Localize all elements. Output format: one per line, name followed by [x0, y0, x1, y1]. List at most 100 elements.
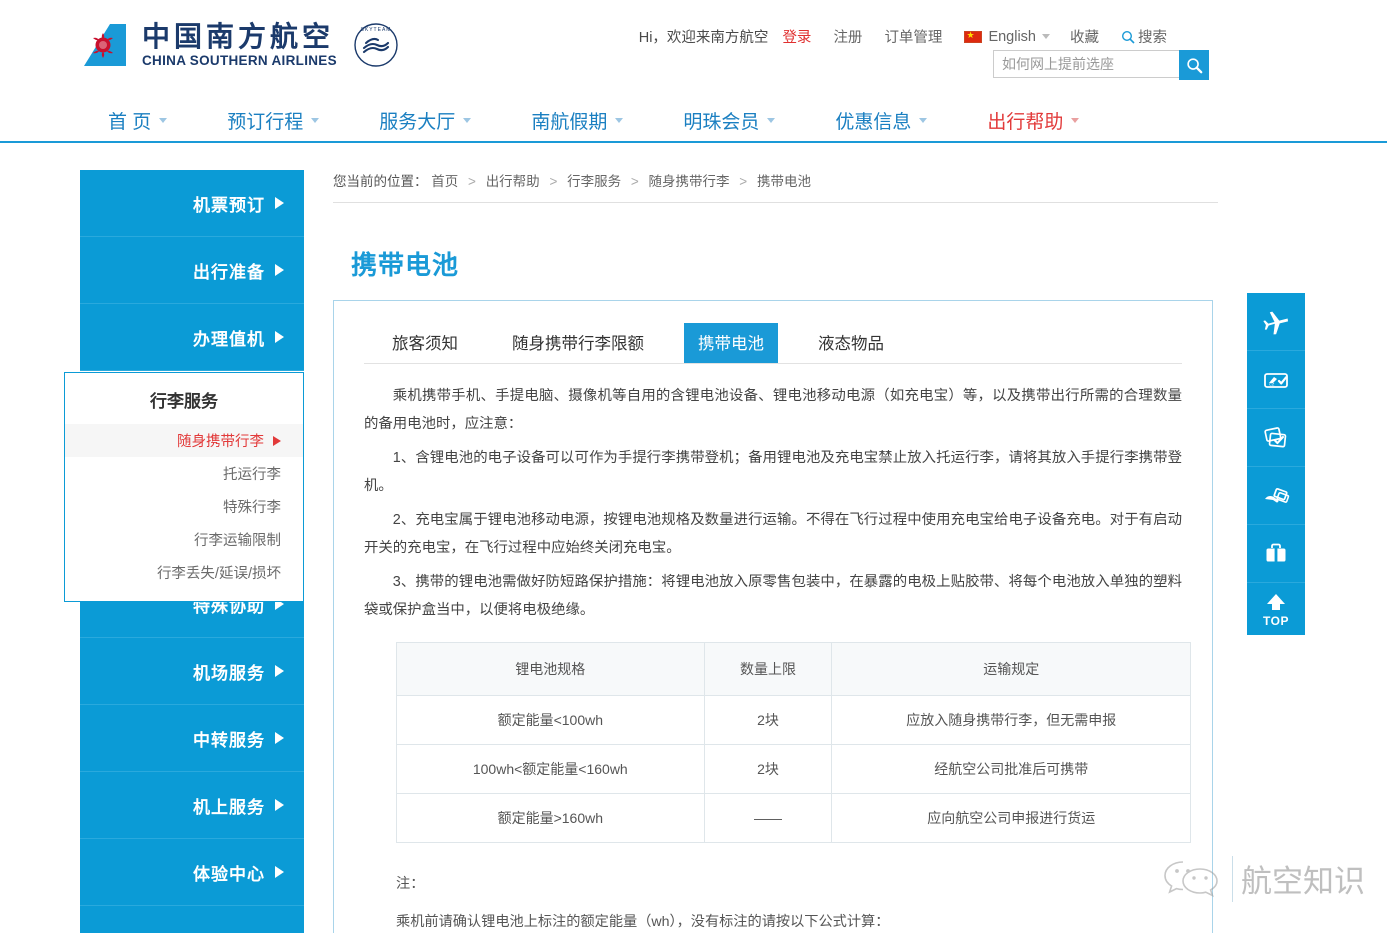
nav-item-6[interactable]: 出行帮助: [987, 107, 1080, 134]
sidebar-item-travel-prep[interactable]: 出行准备: [80, 237, 304, 304]
breadcrumb-item-1[interactable]: 出行帮助: [486, 174, 540, 189]
tab-passenger-notice[interactable]: 旅客须知: [378, 323, 472, 363]
breadcrumb-item-2[interactable]: 行李服务: [567, 174, 621, 189]
favorite-link[interactable]: 收藏: [1070, 26, 1099, 47]
tab-liquids[interactable]: 液态物品: [804, 323, 898, 363]
sidebar-item-ticket-booking[interactable]: 机票预订: [80, 170, 304, 237]
paragraph-rule-1: 1、含锂电池的电子设备可以可作为手提行李携带登机；备用锂电池及充电宝禁止放入托运…: [364, 450, 1182, 494]
page-title: 携带电池: [351, 250, 460, 280]
flyout-item-baggage-loss[interactable]: 行李丢失/延误/损坏: [65, 556, 303, 589]
table-header-spec: 锂电池规格: [396, 642, 705, 696]
login-link[interactable]: 登录: [782, 26, 811, 47]
table-header-quantity: 数量上限: [703, 642, 833, 696]
order-management-link[interactable]: 订单管理: [884, 26, 942, 47]
site-logo[interactable]: 中国南方航空 CHINA SOUTHERN AIRLINES SKYTEAM: [80, 20, 399, 70]
triangle-right-icon: [275, 665, 284, 677]
tab-batteries[interactable]: 携带电池: [684, 323, 778, 363]
nav-item-5[interactable]: 优惠信息: [835, 107, 928, 134]
battery-rules-table: 锂电池规格 数量上限 运输规定 额定能量<100wh 2块 应放入随身携带行李，…: [396, 642, 1191, 843]
flyout-item-baggage-restrictions[interactable]: 行李运输限制: [65, 523, 303, 556]
cell-rule: 经航空公司批准后可携带: [831, 744, 1191, 794]
nav-item-0[interactable]: 首 页: [108, 107, 168, 134]
baggage-icon: [1266, 543, 1286, 561]
tab-label: 携带电池: [698, 335, 764, 353]
language-switcher[interactable]: English: [964, 28, 1050, 45]
nav-item-1[interactable]: 预订行程: [227, 107, 320, 134]
triangle-right-icon: [275, 197, 284, 209]
breadcrumb-separator: >: [739, 174, 748, 189]
search-link-label: 搜索: [1138, 30, 1167, 46]
float-item-checkin-cards[interactable]: [1247, 409, 1305, 467]
float-item-boarding-pass[interactable]: CZ: [1247, 351, 1305, 409]
flyout-item-checked-baggage[interactable]: 托运行李: [65, 457, 303, 490]
sidebar-item-experience-center[interactable]: 体验中心: [80, 839, 304, 906]
note-label: 注：: [396, 876, 425, 892]
right-float-toolbar: CZ TOP: [1247, 293, 1305, 635]
search-icon: [1187, 58, 1203, 74]
search-input[interactable]: [993, 50, 1179, 78]
float-item-flight-status[interactable]: [1247, 293, 1305, 351]
wechat-icon: [1162, 854, 1222, 903]
breadcrumb-item-0[interactable]: 首页: [431, 174, 458, 189]
flyout-item-label: 行李丢失/延误/损坏: [156, 566, 281, 582]
arrow-up-icon: [1267, 593, 1285, 610]
flyout-item-label: 特殊行李: [223, 500, 281, 516]
nav-label: 明珠会员: [683, 112, 760, 133]
skyteam-icon: SKYTEAM: [353, 22, 399, 68]
sidebar-item-extra[interactable]: [80, 906, 304, 933]
nav-item-2[interactable]: 服务大厅: [379, 107, 472, 134]
sidebar-item-inflight-service[interactable]: 机上服务: [80, 772, 304, 839]
nav-label: 服务大厅: [379, 112, 456, 133]
sidebar-item-label: 中转服务: [193, 730, 265, 750]
sidebar-item-label: 机上服务: [193, 797, 265, 817]
table-header-rule: 运输规定: [831, 642, 1191, 696]
flyout-item-label: 随身携带行李: [177, 434, 264, 450]
table-header-row: 锂电池规格 数量上限 运输规定: [396, 642, 1191, 696]
chevron-down-icon: [1042, 34, 1050, 39]
breadcrumb-label: 您当前的位置：: [333, 174, 428, 189]
sidebar-item-transit-service[interactable]: 中转服务: [80, 705, 304, 772]
sidebar-item-check-in[interactable]: 办理值机: [80, 304, 304, 371]
cell-quantity: ——: [703, 793, 833, 843]
breadcrumb-item-3[interactable]: 随身携带行李: [649, 174, 730, 189]
tab-label: 液态物品: [818, 335, 884, 353]
chevron-down-icon: [615, 118, 624, 123]
sidebar-item-label: 出行准备: [193, 262, 265, 282]
ticket-hand-icon: [1265, 487, 1290, 503]
float-item-baggage[interactable]: [1247, 525, 1305, 583]
search-submit-button[interactable]: [1179, 50, 1209, 80]
breadcrumb: 您当前的位置： 首页 > 出行帮助 > 行李服务 > 随身携带行李 > 携带电池: [333, 170, 1218, 203]
cell-rule: 应向航空公司申报进行货运: [831, 793, 1191, 843]
logo-text-cn: 中国南方航空: [142, 20, 335, 54]
boarding-pass-icon: CZ: [1264, 372, 1288, 388]
airplane-icon: [1263, 311, 1289, 334]
tab-carryon-allowance[interactable]: 随身携带行李限额: [498, 323, 658, 363]
triangle-right-icon: [275, 264, 284, 276]
nav-item-3[interactable]: 南航假期: [531, 107, 624, 134]
search-toggle-link[interactable]: 搜索: [1121, 26, 1167, 47]
tab-label: 旅客须知: [392, 335, 458, 353]
nav-item-4[interactable]: 明珠会员: [683, 107, 776, 134]
main-navigation: 首 页 预订行程 服务大厅 南航假期 明珠会员 优惠信息 出行帮助: [0, 100, 1387, 143]
cell-spec: 100wh<额定能量<160wh: [396, 744, 705, 794]
triangle-right-icon: [275, 331, 284, 343]
svg-text:CZ: CZ: [1269, 381, 1275, 386]
flyout-item-carry-on-baggage[interactable]: 随身携带行李: [65, 424, 303, 457]
float-item-back-to-top[interactable]: TOP: [1247, 583, 1305, 635]
chevron-down-icon: [159, 118, 168, 123]
sidebar-item-airport-service[interactable]: 机场服务: [80, 638, 304, 705]
float-item-ticket-hand[interactable]: [1247, 467, 1305, 525]
chevron-down-icon: [463, 118, 472, 123]
watermark-text: 航空知识: [1241, 864, 1365, 900]
triangle-right-icon: [275, 866, 284, 878]
left-sidebar: 机票预订 出行准备 办理值机 特殊协助 机场服务 中转服务 机上服务 体验中心 …: [64, 170, 304, 933]
chevron-down-icon: [311, 118, 320, 123]
breadcrumb-separator: >: [549, 174, 558, 189]
breadcrumb-item-4[interactable]: 携带电池: [757, 174, 811, 189]
flyout-item-special-baggage[interactable]: 特殊行李: [65, 490, 303, 523]
logo-text-en: CHINA SOUTHERN AIRLINES: [142, 52, 337, 68]
sidebar-flyout-baggage-service: 行李服务 随身携带行李 托运行李 特殊行李 行李运输限制 行李丢失/延误/损坏: [64, 372, 304, 602]
paragraph-rule-2: 2、充电宝属于锂电池移动电源，按锂电池规格及数量进行运输。不得在飞行过程中使用充…: [364, 512, 1182, 556]
page-root: 中国南方航空 CHINA SOUTHERN AIRLINES SKYTEAM H…: [0, 0, 1387, 933]
register-link[interactable]: 注册: [833, 26, 862, 47]
